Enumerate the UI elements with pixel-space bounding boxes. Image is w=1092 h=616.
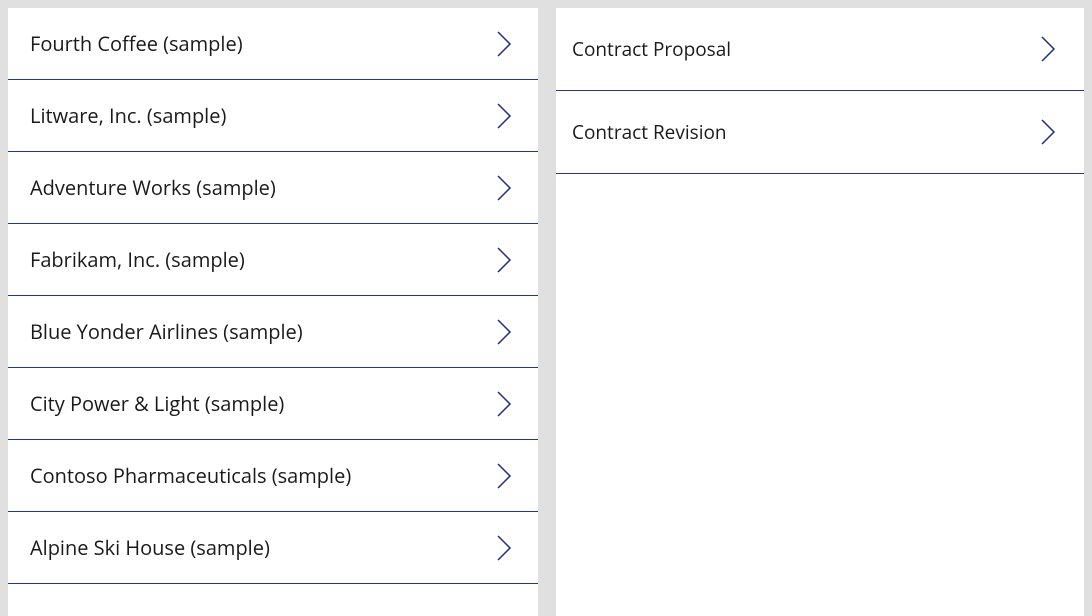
account-label: Fabrikam, Inc. (sample) — [30, 246, 245, 273]
document-item[interactable]: Contract Proposal — [556, 8, 1084, 91]
chevron-right-icon — [1038, 120, 1058, 144]
chevron-right-icon — [494, 392, 514, 416]
account-item[interactable]: Blue Yonder Airlines (sample) — [8, 296, 538, 368]
account-label: Adventure Works (sample) — [30, 174, 276, 201]
account-item[interactable]: Adventure Works (sample) — [8, 152, 538, 224]
account-item[interactable]: Fourth Coffee (sample) — [8, 8, 538, 80]
account-label: Alpine Ski House (sample) — [30, 534, 270, 561]
account-label: City Power & Light (sample) — [30, 390, 284, 417]
chevron-right-icon — [1038, 37, 1058, 61]
accounts-panel[interactable]: Fourth Coffee (sample) Litware, Inc. (sa… — [8, 8, 538, 616]
accounts-list: Fourth Coffee (sample) Litware, Inc. (sa… — [8, 8, 538, 616]
account-item[interactable]: Litware, Inc. (sample) — [8, 80, 538, 152]
account-item[interactable]: Contoso Pharmaceuticals (sample) — [8, 440, 538, 512]
chevron-right-icon — [494, 464, 514, 488]
account-item[interactable]: City Power & Light (sample) — [8, 368, 538, 440]
account-label: Fourth Coffee (sample) — [30, 30, 243, 57]
account-label: Litware, Inc. (sample) — [30, 102, 226, 129]
document-label: Contract Proposal — [572, 36, 731, 62]
chevron-right-icon — [494, 32, 514, 56]
chevron-right-icon — [494, 320, 514, 344]
account-label: Blue Yonder Airlines (sample) — [30, 318, 303, 345]
account-label: Contoso Pharmaceuticals (sample) — [30, 462, 351, 489]
document-item[interactable]: Contract Revision — [556, 91, 1084, 174]
chevron-right-icon — [494, 176, 514, 200]
document-label: Contract Revision — [572, 119, 727, 145]
account-item[interactable]: Alpine Ski House (sample) — [8, 512, 538, 584]
chevron-right-icon — [494, 248, 514, 272]
account-item[interactable]: Fabrikam, Inc. (sample) — [8, 224, 538, 296]
chevron-right-icon — [494, 104, 514, 128]
chevron-right-icon — [494, 536, 514, 560]
documents-panel: Contract Proposal Contract Revision — [556, 8, 1084, 616]
